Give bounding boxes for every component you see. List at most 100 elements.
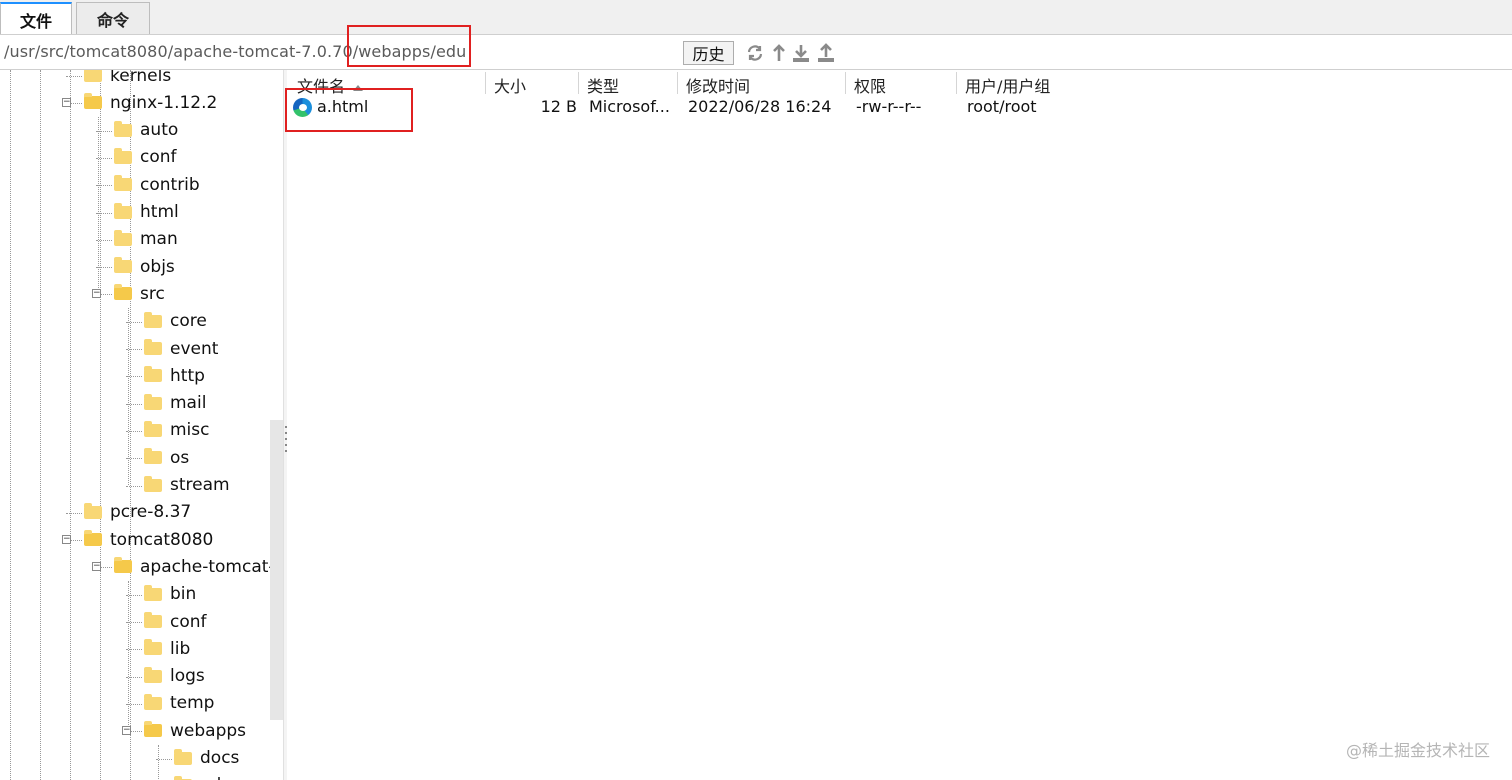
- tree-item-label: core: [170, 311, 207, 332]
- tree-item-label: temp: [170, 693, 215, 714]
- tree-item-label: os: [170, 447, 190, 468]
- column-owner[interactable]: 用户/用户组: [965, 73, 1050, 97]
- collapse-icon[interactable]: −: [62, 535, 71, 545]
- tree-item-label: stream: [170, 475, 230, 495]
- tree-item[interactable]: lib: [144, 635, 190, 662]
- column-modified[interactable]: 修改时间: [686, 73, 750, 97]
- folder-icon: [144, 584, 162, 601]
- tree-connector: [126, 430, 142, 432]
- tree-item[interactable]: core: [144, 308, 207, 335]
- file-list: 文件名 大小 类型 修改时间 权限 用户/用户组 a.html 12 B Mic…: [287, 70, 1512, 780]
- watermark: @稀土掘金技术社区: [1345, 741, 1490, 760]
- collapse-icon[interactable]: −: [122, 726, 131, 736]
- collapse-icon[interactable]: −: [92, 289, 101, 299]
- tree-connector: [126, 349, 142, 350]
- folder-open-icon: [84, 530, 102, 547]
- tree-item[interactable]: conf: [114, 144, 177, 171]
- tree-item[interactable]: http: [144, 362, 205, 389]
- tree-item-label: auto: [140, 120, 179, 141]
- refresh-icon[interactable]: [745, 43, 765, 63]
- tree-item[interactable]: docs: [174, 745, 239, 772]
- file-modified: 2022/06/28 16:24: [688, 97, 832, 116]
- upload-icon[interactable]: [816, 43, 836, 63]
- tree-connector: [126, 622, 142, 623]
- tab-files[interactable]: 文件: [0, 2, 72, 35]
- column-type[interactable]: 类型: [587, 73, 619, 97]
- tree-item[interactable]: contrib: [114, 171, 200, 198]
- tree-item-label: src: [140, 283, 165, 304]
- tree-item[interactable]: bin: [144, 581, 196, 608]
- folder-icon: [114, 257, 132, 274]
- go-up-icon[interactable]: [769, 43, 789, 63]
- tree-connector: [96, 267, 112, 269]
- tree-item-label: contrib: [140, 174, 200, 195]
- tree-connector: [96, 157, 112, 159]
- tree-connector: [126, 321, 142, 323]
- file-type: Microsof...: [589, 97, 670, 116]
- download-icon[interactable]: [791, 43, 811, 63]
- tree-connector: [126, 458, 142, 460]
- tree-item[interactable]: webapps: [144, 717, 246, 744]
- tree-guide-line: [70, 70, 71, 780]
- tree-scrollbar[interactable]: [270, 420, 283, 720]
- path-bar: /usr/src/tomcat8080/apache-tomcat-7.0.70…: [0, 34, 1512, 70]
- folder-icon: [144, 339, 162, 355]
- tree-item[interactable]: nginx-1.12.2: [84, 89, 217, 116]
- folder-open-icon: [114, 557, 132, 574]
- tree-item[interactable]: temp: [144, 690, 214, 717]
- folder-icon: [84, 502, 102, 519]
- tree-item-label: man: [140, 229, 178, 250]
- folder-icon: [114, 147, 132, 164]
- tree-connector: [126, 703, 142, 705]
- tree-item[interactable]: apache-tomcat-7: [114, 553, 283, 580]
- tree-item-label: docs: [200, 748, 240, 768]
- tree-connector: [126, 676, 142, 678]
- history-button[interactable]: 历史: [683, 41, 734, 65]
- tree-item[interactable]: event: [144, 335, 218, 362]
- tree-item[interactable]: stream: [144, 472, 230, 499]
- tree-item-label: misc: [170, 420, 210, 441]
- tree-guide-line: [10, 70, 11, 780]
- tree-item[interactable]: auto: [114, 117, 178, 144]
- folder-icon: [144, 311, 162, 328]
- collapse-icon[interactable]: −: [62, 98, 71, 108]
- tree-item[interactable]: kernels: [84, 70, 171, 89]
- tree-item[interactable]: pcre-8.37: [84, 499, 191, 526]
- tree-item[interactable]: src: [114, 280, 165, 307]
- tree-connector: [66, 76, 82, 77]
- table-row[interactable]: a.html 12 B Microsof... 2022/06/28 16:24…: [287, 96, 1512, 120]
- file-size: 12 B: [540, 97, 577, 116]
- column-permissions[interactable]: 权限: [854, 73, 886, 97]
- tree-item[interactable]: objs: [114, 253, 175, 280]
- tree-item-label: pcre-8.37: [110, 502, 192, 523]
- folder-open-icon: [144, 721, 162, 738]
- tree-item[interactable]: misc: [144, 417, 210, 444]
- tree-item[interactable]: conf: [144, 608, 207, 635]
- tree-item-label: event: [170, 338, 219, 359]
- folder-icon: [144, 448, 162, 465]
- tree-connector: [126, 594, 142, 596]
- tree-item[interactable]: logs: [144, 663, 205, 690]
- tree-item[interactable]: html: [114, 199, 179, 226]
- tree-connector: [96, 239, 112, 241]
- tree-item[interactable]: man: [114, 226, 178, 253]
- tree-guide-line: [128, 580, 129, 732]
- tree-guide-line: [40, 70, 41, 780]
- folder-icon: [144, 639, 162, 656]
- tree-item[interactable]: os: [144, 444, 189, 471]
- tree-item[interactable]: mail: [144, 390, 206, 417]
- collapse-icon[interactable]: −: [92, 562, 101, 572]
- tree-connector: [126, 403, 142, 405]
- tab-commands[interactable]: 命令: [76, 2, 150, 34]
- tree-item[interactable]: edu: [174, 772, 232, 780]
- file-permissions: -rw-r--r--: [856, 97, 922, 116]
- tree-item[interactable]: tomcat8080: [84, 526, 213, 553]
- folder-icon: [144, 420, 162, 437]
- tab-bar: 文件 命令: [0, 0, 1512, 35]
- folder-icon: [144, 393, 162, 410]
- tree-item-label: lib: [170, 638, 191, 659]
- tree-connector: [126, 376, 142, 378]
- column-size[interactable]: 大小: [494, 73, 526, 97]
- tree-item-label: mail: [170, 393, 207, 414]
- folder-icon: [84, 70, 102, 82]
